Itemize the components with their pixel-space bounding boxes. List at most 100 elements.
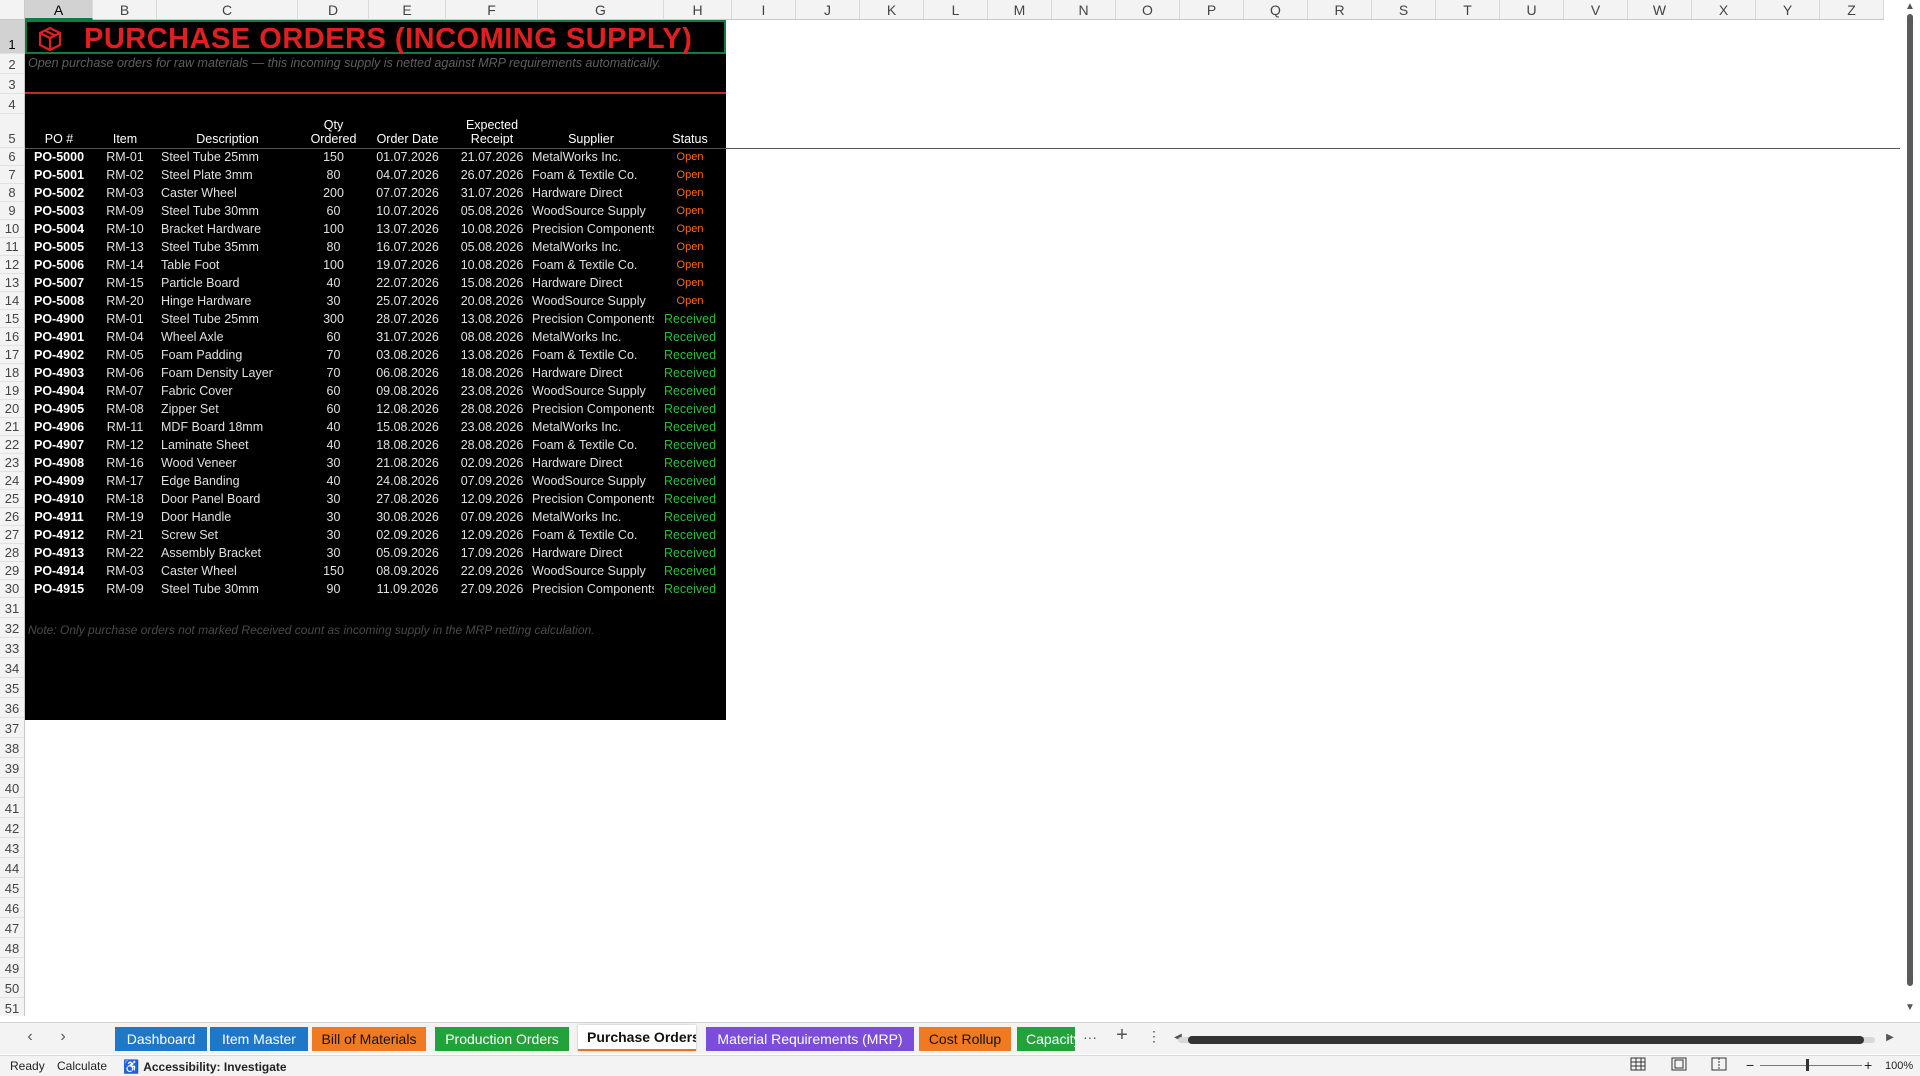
cell-item[interactable]: RM-04 [93, 328, 157, 346]
row-header-45[interactable]: 45 [0, 878, 25, 898]
cell-status[interactable]: Received [654, 472, 726, 490]
cell-status[interactable]: Received [654, 382, 726, 400]
cell-order-date[interactable]: 02.09.2026 [369, 526, 446, 544]
column-header-f[interactable]: F [446, 0, 538, 20]
cell-qty-ordered[interactable]: 30 [298, 454, 369, 472]
cell-description[interactable]: Laminate Sheet [161, 436, 298, 454]
cell-order-date[interactable]: 07.07.2026 [369, 184, 446, 202]
cell-item[interactable]: RM-12 [93, 436, 157, 454]
cell-supplier[interactable]: Precision Components [532, 580, 654, 598]
cell-supplier[interactable]: Precision Components [532, 310, 654, 328]
scroll-up-icon[interactable]: ▲ [1905, 1, 1915, 12]
column-header-i[interactable]: I [732, 0, 796, 20]
cell-order-date[interactable]: 21.08.2026 [369, 454, 446, 472]
cell-item[interactable]: RM-22 [93, 544, 157, 562]
cell-item[interactable]: RM-14 [93, 256, 157, 274]
row-header-44[interactable]: 44 [0, 858, 25, 878]
cell-po-number[interactable]: PO-4908 [25, 454, 93, 472]
cell-qty-ordered[interactable]: 40 [298, 274, 369, 292]
worksheet-grid[interactable]: ABCDEFGHIJKLMNOPQRSTUVWXYZ 1 2 3 4 5 6 7 8 9 10 11… [0, 0, 1900, 1016]
row-header-15[interactable]: 15 [0, 310, 25, 328]
cell-po-number[interactable]: PO-4902 [25, 346, 93, 364]
cell-supplier[interactable]: Precision Components [532, 220, 654, 238]
cell-qty-ordered[interactable]: 30 [298, 526, 369, 544]
column-header-d[interactable]: D [298, 0, 369, 20]
cell-description[interactable]: Door Handle [161, 508, 298, 526]
cell-description[interactable]: Table Foot [161, 256, 298, 274]
sheet-tab-capacity[interactable]: Capacity [1017, 1027, 1075, 1051]
row-header-39[interactable]: 39 [0, 758, 25, 778]
row-header-49[interactable]: 49 [0, 958, 25, 978]
cell-po-number[interactable]: PO-4915 [25, 580, 93, 598]
cell-description[interactable]: Steel Plate 3mm [161, 166, 298, 184]
cell-qty-ordered[interactable]: 100 [298, 256, 369, 274]
cell-description[interactable]: Steel Tube 25mm [161, 310, 298, 328]
more-sheets-icon[interactable]: ··· [1080, 1029, 1100, 1045]
row-header-13[interactable]: 13 [0, 274, 25, 292]
cell-status[interactable]: Received [654, 526, 726, 544]
horizontal-scroll-thumb[interactable] [1188, 1036, 1864, 1044]
cell-qty-ordered[interactable]: 60 [298, 382, 369, 400]
zoom-out-icon[interactable]: − [1746, 1057, 1754, 1073]
column-header-z[interactable]: Z [1820, 0, 1884, 20]
cell-supplier[interactable]: MetalWorks Inc. [532, 148, 654, 166]
row-header-51[interactable]: 51 [0, 998, 25, 1016]
column-header-p[interactable]: P [1180, 0, 1244, 20]
cell-qty-ordered[interactable]: 60 [298, 202, 369, 220]
cell-supplier[interactable]: Foam & Textile Co. [532, 526, 654, 544]
cell-order-date[interactable]: 09.08.2026 [369, 382, 446, 400]
row-header-25[interactable]: 25 [0, 490, 25, 508]
cell-qty-ordered[interactable]: 40 [298, 472, 369, 490]
cell-qty-ordered[interactable]: 60 [298, 328, 369, 346]
scroll-down-icon[interactable]: ▼ [1905, 1002, 1915, 1013]
cell-po-number[interactable]: PO-4913 [25, 544, 93, 562]
row-header-35[interactable]: 35 [0, 678, 25, 698]
cell-supplier[interactable]: Hardware Direct [532, 454, 654, 472]
cell-qty-ordered[interactable]: 150 [298, 562, 369, 580]
cell-order-date[interactable]: 15.08.2026 [369, 418, 446, 436]
cell-supplier[interactable]: WoodSource Supply [532, 382, 654, 400]
row-header-47[interactable]: 47 [0, 918, 25, 938]
cell-po-number[interactable]: PO-5002 [25, 184, 93, 202]
cell-order-date[interactable]: 11.09.2026 [369, 580, 446, 598]
row-header-38[interactable]: 38 [0, 738, 25, 758]
cell-expected-receipt[interactable]: 12.09.2026 [446, 526, 538, 544]
cell-qty-ordered[interactable]: 70 [298, 346, 369, 364]
cell-supplier[interactable]: Foam & Textile Co. [532, 436, 654, 454]
cell-expected-receipt[interactable]: 15.08.2026 [446, 274, 538, 292]
cell-order-date[interactable]: 10.07.2026 [369, 202, 446, 220]
row-header-29[interactable]: 29 [0, 562, 25, 580]
column-header-h[interactable]: H [664, 0, 732, 20]
sheet-tab-purchase-orders[interactable]: Purchase Orders [578, 1025, 696, 1051]
column-header-a[interactable]: A [25, 0, 93, 20]
row-header-11[interactable]: 11 [0, 238, 25, 256]
row-header-6[interactable]: 6 [0, 148, 25, 166]
cell-po-number[interactable]: PO-4911 [25, 508, 93, 526]
cell-item[interactable]: RM-16 [93, 454, 157, 472]
cell-expected-receipt[interactable]: 26.07.2026 [446, 166, 538, 184]
cell-qty-ordered[interactable]: 80 [298, 166, 369, 184]
cell-item[interactable]: RM-09 [93, 202, 157, 220]
cell-order-date[interactable]: 08.09.2026 [369, 562, 446, 580]
next-sheet-icon[interactable]: › [53, 1028, 73, 1046]
cell-description[interactable]: Screw Set [161, 526, 298, 544]
cell-po-number[interactable]: PO-4912 [25, 526, 93, 544]
vertical-scroll-thumb[interactable] [1907, 14, 1913, 986]
cell-order-date[interactable]: 18.08.2026 [369, 436, 446, 454]
normal-view-icon[interactable] [1630, 1057, 1646, 1074]
cell-status[interactable]: Open [654, 238, 726, 256]
cell-status[interactable]: Open [654, 220, 726, 238]
cell-po-number[interactable]: PO-5008 [25, 292, 93, 310]
page-break-icon[interactable] [1711, 1057, 1727, 1074]
accessibility-button[interactable]: ♿ Accessibility: Investigate [123, 1059, 287, 1075]
cell-po-number[interactable]: PO-5006 [25, 256, 93, 274]
cell-description[interactable]: Assembly Bracket [161, 544, 298, 562]
cell-expected-receipt[interactable]: 18.08.2026 [446, 364, 538, 382]
cell-status[interactable]: Received [654, 508, 726, 526]
column-header-j[interactable]: J [796, 0, 860, 20]
cell-description[interactable]: Foam Padding [161, 346, 298, 364]
cell-order-date[interactable]: 06.08.2026 [369, 364, 446, 382]
column-header-x[interactable]: X [1692, 0, 1756, 20]
cell-po-number[interactable]: PO-5000 [25, 148, 93, 166]
cell-status[interactable]: Received [654, 364, 726, 382]
